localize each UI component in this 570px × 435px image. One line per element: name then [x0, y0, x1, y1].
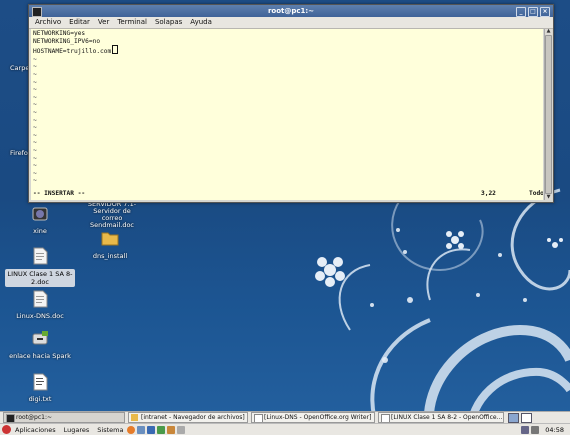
- minimize-button[interactable]: _: [516, 7, 526, 17]
- document-icon: [31, 247, 49, 267]
- desktop-icon-label: LINUX Clase 1 SA 8-2.doc: [5, 269, 75, 287]
- mail-launcher-icon[interactable]: [137, 425, 146, 434]
- empty-line-marker: ~: [33, 116, 37, 124]
- impress-launcher-icon[interactable]: [167, 425, 176, 434]
- desktop-icon-spark-link[interactable]: enlace hacia Spark: [5, 330, 75, 360]
- fedora-logo-icon: [2, 425, 11, 434]
- cursor-position: 3,22: [481, 190, 496, 198]
- document-icon: [254, 414, 263, 422]
- taskbar: root@pc1:~ [intranet - Navegador de arch…: [0, 411, 570, 423]
- xine-icon: [31, 205, 49, 225]
- menu-lugares[interactable]: Lugares: [64, 426, 90, 434]
- empty-line-marker: ~: [33, 124, 37, 132]
- empty-line-marker: ~: [33, 63, 37, 71]
- empty-line-marker: ~: [33, 169, 37, 177]
- clock[interactable]: 04:58: [545, 426, 564, 434]
- workspace-2[interactable]: [521, 412, 532, 423]
- firefox-launcher-icon[interactable]: [127, 425, 136, 434]
- maximize-button[interactable]: □: [528, 7, 538, 17]
- vertical-scrollbar[interactable]: ▲ ▼: [544, 29, 552, 200]
- volume-icon[interactable]: [531, 425, 540, 434]
- empty-line-marker: ~: [33, 108, 37, 116]
- text-cursor: [112, 45, 119, 55]
- workspace-switcher[interactable]: [508, 412, 532, 423]
- scrollbar-thumb[interactable]: [545, 35, 552, 194]
- desktop-icon-digi-txt[interactable]: digi.txt: [5, 373, 75, 403]
- bottom-panel: Aplicaciones Lugares Sistema 04:58: [0, 423, 570, 435]
- vim-mode: -- INSERTAR --: [33, 190, 86, 198]
- workspace-1[interactable]: [508, 412, 519, 423]
- link-icon: [31, 330, 49, 350]
- scroll-up-icon[interactable]: ▲: [546, 29, 551, 34]
- menu-archivo[interactable]: Archivo: [35, 17, 61, 28]
- empty-line-marker: ~: [33, 177, 37, 185]
- empty-line-marker: ~: [33, 78, 37, 86]
- desktop-icon-xine[interactable]: xine: [5, 205, 75, 235]
- terminal-line: NETWORKING=yes: [33, 30, 86, 37]
- empty-line-marker: ~: [33, 93, 37, 101]
- empty-line-marker: ~: [33, 162, 37, 170]
- desktop-icon-label: xine: [33, 227, 47, 235]
- desktop-icon-sendmail[interactable]: SERVIDOR 7.1- Servidor de correo Sendmai…: [82, 201, 142, 229]
- empty-line-marker: ~: [33, 146, 37, 154]
- empty-line-marker: ~: [33, 139, 37, 147]
- task-label: [LINUX Clase 1 SA 8-2 - OpenOffice...: [391, 414, 503, 421]
- menu-aplicaciones[interactable]: Aplicaciones: [15, 426, 56, 434]
- desktop-icon-label: Linux-DNS.doc: [16, 312, 64, 320]
- empty-line-marker: ~: [33, 86, 37, 94]
- desktop-icon-linux-dns[interactable]: Linux-DNS.doc: [5, 290, 75, 320]
- text-file-icon: [31, 373, 49, 393]
- task-file-browser[interactable]: [intranet - Navegador de archivos]: [128, 412, 248, 423]
- desktop-icon-label: digi.txt: [28, 395, 52, 403]
- desktop-icon-label: enlace hacia Spark: [9, 352, 71, 360]
- terminal-line: HOSTNAME=trujillo.com: [33, 48, 112, 56]
- title-bar[interactable]: root@pc1:~ _ □ ×: [29, 5, 553, 17]
- menu-terminal[interactable]: Terminal: [117, 17, 147, 28]
- menu-solapas[interactable]: Solapas: [155, 17, 182, 28]
- folder-icon: [101, 230, 119, 250]
- terminal-text-area[interactable]: NETWORKING=yes NETWORKING_IPV6=no HOSTNA…: [31, 29, 543, 200]
- task-label: [intranet - Navegador de archivos]: [141, 414, 245, 421]
- task-label: root@pc1:~: [16, 414, 53, 421]
- empty-line-marker: ~: [33, 154, 37, 162]
- terminal-icon[interactable]: [32, 7, 42, 17]
- empty-line-marker: ~: [33, 55, 37, 63]
- task-writer-dns[interactable]: [Linux-DNS - OpenOffice.org Writer]: [251, 412, 375, 423]
- desktop-label-line: Servidor de correo: [93, 207, 131, 222]
- calc-launcher-icon[interactable]: [157, 425, 166, 434]
- terminal-window[interactable]: root@pc1:~ _ □ × Archivo Editar Ver Term…: [28, 4, 554, 203]
- vim-status-line: -- INSERTAR -- 3,22 Todo: [33, 190, 543, 198]
- network-launcher-icon[interactable]: [177, 425, 186, 434]
- empty-line-marker: ~: [33, 131, 37, 139]
- folder-icon: [131, 414, 138, 421]
- scroll-position: Todo: [529, 190, 543, 198]
- network-status-icon[interactable]: [521, 425, 530, 434]
- desktop-icon-linux-clase[interactable]: LINUX Clase 1 SA 8-2.doc: [5, 247, 75, 287]
- writer-launcher-icon[interactable]: [147, 425, 156, 434]
- empty-line-marker: ~: [33, 101, 37, 109]
- menu-sistema[interactable]: Sistema: [97, 426, 123, 434]
- window-title: root@pc1:~: [267, 7, 315, 15]
- menu-bar: Archivo Editar Ver Terminal Solapas Ayud…: [29, 17, 553, 29]
- menu-editar[interactable]: Editar: [69, 17, 90, 28]
- terminal-icon: [6, 414, 15, 422]
- scroll-down-icon[interactable]: ▼: [546, 195, 551, 200]
- terminal-line: NETWORKING_IPV6=no: [33, 37, 101, 45]
- empty-line-marker: ~: [33, 70, 37, 78]
- task-label: [Linux-DNS - OpenOffice.org Writer]: [264, 414, 372, 421]
- desktop-label-line: Sendmail.doc: [89, 221, 135, 229]
- document-icon: [381, 414, 390, 422]
- document-icon: [31, 290, 49, 310]
- task-terminal[interactable]: root@pc1:~: [3, 412, 125, 423]
- task-writer-clase[interactable]: [LINUX Clase 1 SA 8-2 - OpenOffice...: [378, 412, 504, 423]
- desktop-icon-label: dns_install: [92, 252, 128, 260]
- desktop-icon-dns-install[interactable]: dns_install: [75, 230, 145, 260]
- close-button[interactable]: ×: [540, 7, 550, 17]
- menu-ayuda[interactable]: Ayuda: [190, 17, 212, 28]
- menu-ver[interactable]: Ver: [98, 17, 109, 28]
